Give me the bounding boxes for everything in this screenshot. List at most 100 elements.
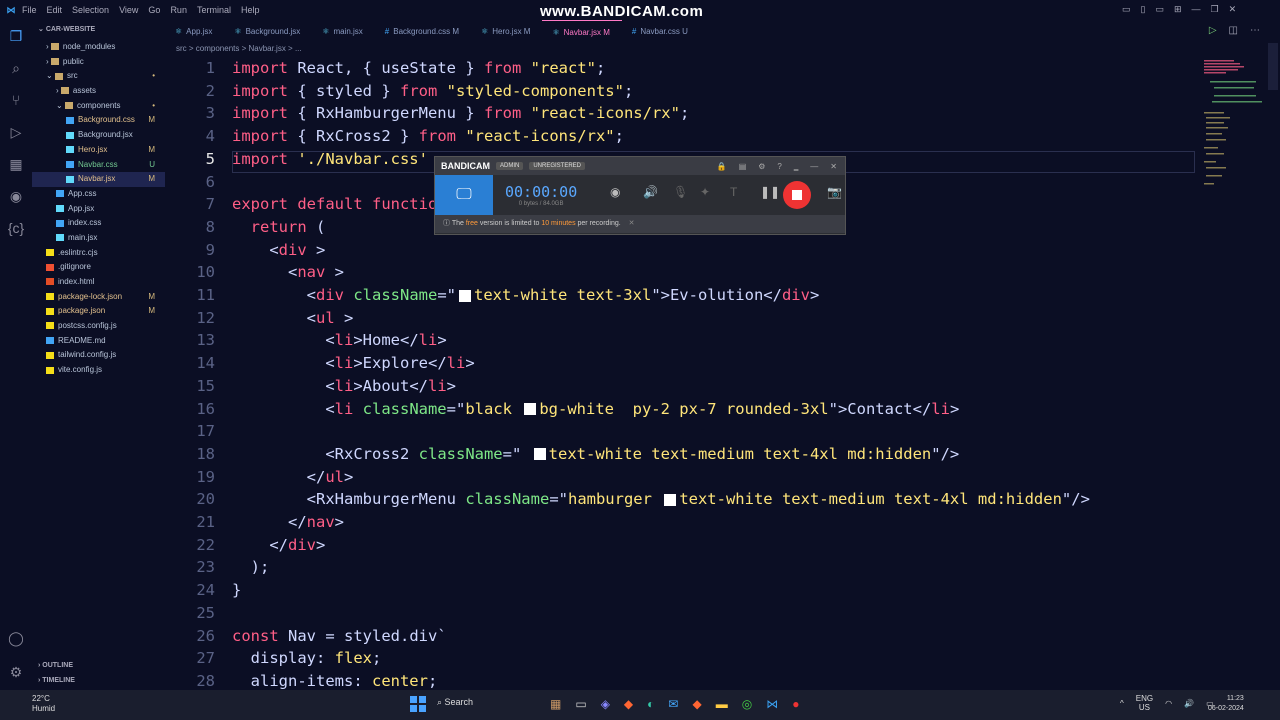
weather-widget[interactable]: 22°C Humid bbox=[10, 694, 55, 714]
screen-mode-button[interactable]: 🖵 bbox=[435, 175, 493, 215]
run-debug-icon[interactable]: ▷ bbox=[6, 122, 26, 142]
editor-tab[interactable]: ⚛ Navbar.jsx M bbox=[542, 20, 622, 43]
search-icon[interactable]: ⌕ bbox=[6, 58, 26, 78]
code-line[interactable]: 2 import { styled } from "styled-componen… bbox=[165, 80, 1195, 103]
help-icon[interactable]: ? bbox=[777, 162, 781, 171]
account-icon[interactable]: ◯ bbox=[6, 628, 26, 648]
minimize-icon[interactable]: — bbox=[810, 162, 818, 171]
language-indicator[interactable]: ENG US bbox=[1136, 694, 1153, 712]
code-line[interactable]: 13 <li>Home</li> bbox=[165, 329, 1195, 352]
tree-item[interactable]: › assets bbox=[32, 84, 165, 99]
folder-app-icon[interactable]: ▬ bbox=[716, 697, 728, 711]
tree-item[interactable]: package.json M bbox=[32, 304, 165, 319]
code-line[interactable]: 21 </nav> bbox=[165, 511, 1195, 534]
tree-item[interactable]: postcss.config.js bbox=[32, 319, 165, 334]
code-line[interactable]: 25 bbox=[165, 602, 1195, 625]
editor-tab[interactable]: ⚛ Hero.jsx M bbox=[471, 20, 542, 43]
tree-item[interactable]: main.jsx bbox=[32, 231, 165, 246]
tree-item[interactable]: vite.config.js bbox=[32, 363, 165, 378]
code-line[interactable]: 10 <nav > bbox=[165, 261, 1195, 284]
editor-tab[interactable]: ⚛ Background.jsx bbox=[224, 20, 312, 43]
explorer-icon[interactable]: ❐ bbox=[6, 26, 26, 46]
menu-item-go[interactable]: Go bbox=[148, 5, 160, 15]
folder-icon[interactable]: ▤ bbox=[739, 162, 747, 171]
code-line[interactable]: 16 <li className="black bg-white py-2 px… bbox=[165, 398, 1195, 421]
tree-item[interactable]: ⌄ src • bbox=[32, 69, 165, 84]
teams-icon[interactable]: ◈ bbox=[601, 697, 610, 711]
menu-item-view[interactable]: View bbox=[119, 5, 138, 15]
menu-item-help[interactable]: Help bbox=[241, 5, 260, 15]
more-actions-icon[interactable]: ⋯ bbox=[1250, 25, 1260, 36]
vscode-taskbar-icon[interactable]: ⋈ bbox=[766, 697, 778, 711]
github-icon[interactable]: ◉ bbox=[6, 186, 26, 206]
tree-item[interactable]: index.html bbox=[32, 275, 165, 290]
tree-item[interactable]: Hero.jsx M bbox=[32, 143, 165, 158]
edge-icon[interactable]: ◐ bbox=[647, 697, 654, 711]
microphone-icon[interactable]: 🎙 bbox=[673, 185, 688, 199]
code-line[interactable]: 22 </div> bbox=[165, 534, 1195, 557]
tree-item[interactable]: index.css bbox=[32, 216, 165, 231]
mail-icon[interactable]: ✉ bbox=[668, 697, 678, 711]
wifi-icon[interactable]: ◠ bbox=[1165, 699, 1172, 708]
source-control-icon[interactable]: ⑂ bbox=[6, 90, 26, 110]
menu-item-run[interactable]: Run bbox=[170, 5, 187, 15]
minimap[interactable] bbox=[1196, 57, 1266, 690]
code-line[interactable]: 4 import { RxCross2 } from "react-icons/r… bbox=[165, 125, 1195, 148]
notice-close-icon[interactable]: ✕ bbox=[629, 220, 635, 227]
stop-record-button[interactable] bbox=[783, 181, 811, 209]
tree-item[interactable]: Background.css M bbox=[32, 113, 165, 128]
bandicam-taskbar-icon[interactable]: ● bbox=[792, 697, 799, 711]
split-editor-icon[interactable]: ◫ bbox=[1229, 25, 1238, 36]
screenshot-camera-icon[interactable]: 📷 bbox=[827, 185, 842, 199]
tree-item[interactable]: tailwind.config.js bbox=[32, 348, 165, 363]
menu-item-file[interactable]: File bbox=[22, 5, 37, 15]
editor-tab[interactable]: # Navbar.css U bbox=[622, 20, 700, 43]
code-line[interactable]: 11 <div className=" text-white text-3xl">… bbox=[165, 284, 1195, 307]
pause-icon[interactable]: ❚❚ bbox=[760, 185, 780, 199]
volume-icon[interactable]: 🔊 bbox=[1184, 699, 1194, 708]
tree-item[interactable]: App.css bbox=[32, 187, 165, 202]
widget-app-icon[interactable]: ▦ bbox=[550, 697, 561, 711]
tree-item[interactable]: › public bbox=[32, 55, 165, 70]
code-line[interactable]: 1 import React, { useState } from "react"… bbox=[165, 57, 1195, 80]
close-icon[interactable]: ✕ bbox=[830, 162, 837, 171]
code-line[interactable]: 27 display: flex; bbox=[165, 647, 1195, 670]
editor-tab[interactable]: # Background.css M bbox=[375, 20, 471, 43]
code-line[interactable]: 17 bbox=[165, 420, 1195, 443]
window-control-3[interactable]: ⊞ bbox=[1174, 4, 1182, 15]
tray-chevron-icon[interactable]: ^ bbox=[1120, 699, 1124, 708]
brave-icon[interactable]: ◆ bbox=[624, 697, 633, 711]
code-line[interactable]: 3 import { RxHamburgerMenu } from "react-… bbox=[165, 102, 1195, 125]
brave-browser-icon[interactable]: ◆ bbox=[692, 697, 701, 711]
extensions-icon[interactable]: ▦ bbox=[6, 154, 26, 174]
tree-item[interactable]: Navbar.css U bbox=[32, 158, 165, 173]
code-editor[interactable]: 1 import React, { useState } from "react"… bbox=[165, 57, 1195, 690]
tree-item[interactable]: .eslintrc.cjs bbox=[32, 246, 165, 261]
remote-icon[interactable]: {c} bbox=[6, 218, 26, 238]
tree-item[interactable]: App.jsx bbox=[32, 202, 165, 217]
outline-section[interactable]: › OUTLINE bbox=[32, 658, 165, 673]
tree-item[interactable]: README.md bbox=[32, 334, 165, 349]
menu-item-edit[interactable]: Edit bbox=[47, 5, 63, 15]
code-line[interactable]: 15 <li>About</li> bbox=[165, 375, 1195, 398]
code-line[interactable]: 18 <RxCross2 className=" text-white text… bbox=[165, 443, 1195, 466]
window-control-4[interactable]: — bbox=[1192, 4, 1201, 15]
window-control-2[interactable]: ▭ bbox=[1155, 4, 1164, 15]
tree-item[interactable]: package-lock.json M bbox=[32, 290, 165, 305]
tree-item[interactable]: Navbar.jsx M bbox=[32, 172, 165, 187]
code-line[interactable]: 20 <RxHamburgerMenu className="hamburger… bbox=[165, 488, 1195, 511]
text-overlay-icon[interactable]: T bbox=[730, 185, 737, 199]
whatsapp-icon[interactable]: ◎ bbox=[742, 697, 752, 711]
tree-item[interactable]: .gitignore bbox=[32, 260, 165, 275]
timeline-section[interactable]: › TIMELINE bbox=[32, 673, 165, 688]
tree-item[interactable]: Background.jsx bbox=[32, 128, 165, 143]
webcam-icon[interactable]: ◉ bbox=[610, 185, 620, 199]
code-line[interactable]: 12 <ul > bbox=[165, 307, 1195, 330]
window-control-5[interactable]: ❐ bbox=[1211, 4, 1219, 15]
taskbar-search[interactable]: ⌕ Search bbox=[437, 697, 473, 708]
taskbar-clock[interactable]: 11:23 06-02-2024 bbox=[1208, 694, 1244, 714]
editor-tab[interactable]: ⚛ App.jsx bbox=[165, 20, 224, 43]
tree-item[interactable]: ⌄ components • bbox=[32, 99, 165, 114]
code-line[interactable]: 26 const Nav = styled.div` bbox=[165, 625, 1195, 648]
mouse-effects-icon[interactable]: ✦ bbox=[700, 185, 710, 199]
